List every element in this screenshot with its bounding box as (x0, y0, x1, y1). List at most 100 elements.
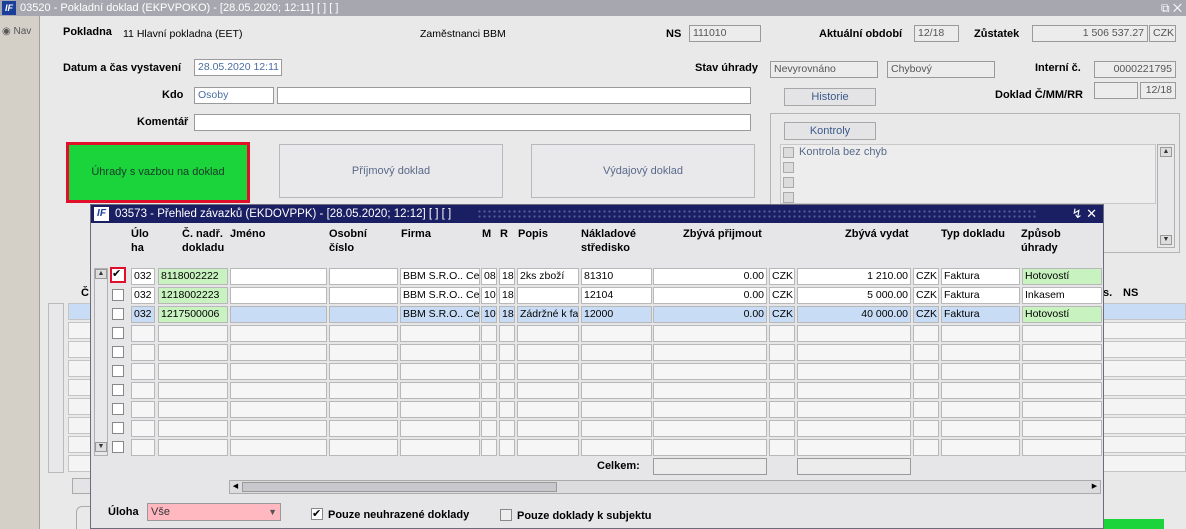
kontrola-checkbox-4[interactable] (783, 192, 794, 203)
row-select-checkbox[interactable] (112, 327, 124, 339)
cell-r[interactable] (499, 439, 515, 456)
cell-mena1[interactable]: CZK (769, 306, 795, 323)
cell-zpusob[interactable]: Inkasem (1022, 287, 1102, 304)
cell-zpusob[interactable] (1022, 382, 1102, 399)
cell-mena1[interactable] (769, 325, 795, 342)
kontroly-button[interactable]: Kontroly (784, 122, 876, 140)
cell-uloha[interactable] (131, 363, 155, 380)
neuhrazene-checkbox[interactable] (311, 507, 323, 520)
cell-mena1[interactable]: CZK (769, 268, 795, 285)
cell-typ[interactable]: Faktura (941, 306, 1020, 323)
cell-typ[interactable] (941, 325, 1020, 342)
cell-m[interactable] (481, 401, 497, 418)
cell-osobni[interactable] (329, 382, 398, 399)
cell-r[interactable] (499, 325, 515, 342)
cell-osobni[interactable] (329, 439, 398, 456)
cell-typ[interactable] (941, 344, 1020, 361)
cell-zbyva-vydat[interactable] (797, 420, 911, 437)
cell-firma[interactable] (400, 363, 480, 380)
cell-m[interactable]: 10 (481, 306, 497, 323)
cell-zpusob[interactable] (1022, 363, 1102, 380)
cell-firma[interactable]: BBM S.R.O.. Ce (400, 268, 480, 285)
cell-uloha[interactable] (131, 344, 155, 361)
cell-uloha[interactable]: 032 (131, 287, 155, 304)
cell-mena2[interactable] (913, 344, 939, 361)
rows-scroll-up-icon[interactable]: ▲ (95, 269, 107, 279)
kontroly-scrollbar[interactable]: ▲ (1157, 144, 1175, 248)
cell-zpusob[interactable] (1022, 420, 1102, 437)
cell-typ[interactable] (941, 439, 1020, 456)
cell-zbyva-prijmout[interactable] (653, 382, 767, 399)
cell-popis[interactable] (517, 401, 579, 418)
kontrola-checkbox[interactable] (783, 147, 794, 158)
cell-m[interactable] (481, 439, 497, 456)
nav-toggle[interactable]: ◉ Nav (2, 26, 31, 37)
cell-c-nadr[interactable] (158, 439, 228, 456)
cell-nakladove[interactable] (581, 420, 652, 437)
hscroll-left-icon[interactable]: ◀ (230, 481, 241, 493)
cell-osobni[interactable] (329, 344, 398, 361)
row-select-checkbox[interactable] (112, 403, 124, 415)
cell-zbyva-prijmout[interactable] (653, 363, 767, 380)
cell-zbyva-vydat[interactable]: 1 210.00 (797, 268, 911, 285)
cell-zbyva-vydat[interactable] (797, 325, 911, 342)
cell-zbyva-vydat[interactable] (797, 401, 911, 418)
cell-zpusob[interactable] (1022, 344, 1102, 361)
cell-firma[interactable]: BBM S.R.O.. Ce (400, 287, 480, 304)
vydajovy-button[interactable]: Výdajový doklad (531, 144, 755, 198)
cell-nakladove[interactable] (581, 325, 652, 342)
cell-osobni[interactable] (329, 401, 398, 418)
kdo-field[interactable]: Osoby (194, 87, 274, 104)
cell-uloha[interactable] (131, 382, 155, 399)
cell-mena2[interactable] (913, 420, 939, 437)
cell-r[interactable] (499, 420, 515, 437)
cell-osobni[interactable] (329, 306, 398, 323)
cell-mena1[interactable] (769, 439, 795, 456)
row-select-checkbox[interactable] (112, 289, 124, 301)
cell-c-nadr[interactable]: 8118002222 (158, 268, 228, 285)
cell-jmeno[interactable] (230, 401, 327, 418)
cell-mena2[interactable]: CZK (913, 268, 939, 285)
cell-mena2[interactable] (913, 325, 939, 342)
cell-c-nadr[interactable] (158, 344, 228, 361)
cell-typ[interactable] (941, 363, 1020, 380)
cell-zbyva-prijmout[interactable] (653, 401, 767, 418)
doklad-field-1[interactable] (1094, 82, 1138, 99)
cell-osobni[interactable] (329, 363, 398, 380)
cell-uloha[interactable]: 032 (131, 268, 155, 285)
cell-nakladove[interactable] (581, 344, 652, 361)
cell-jmeno[interactable] (230, 420, 327, 437)
cell-uloha[interactable] (131, 420, 155, 437)
cell-jmeno[interactable] (230, 325, 327, 342)
prijmovy-button[interactable]: Příjmový doklad (279, 144, 503, 198)
cell-zbyva-prijmout[interactable]: 0.00 (653, 306, 767, 323)
row-select-checkbox[interactable] (112, 346, 124, 358)
cell-nakladove[interactable] (581, 439, 652, 456)
cell-m[interactable] (481, 344, 497, 361)
cell-zbyva-prijmout[interactable]: 0.00 (653, 287, 767, 304)
cell-jmeno[interactable] (230, 306, 327, 323)
cell-m[interactable] (481, 325, 497, 342)
cell-firma[interactable] (400, 382, 480, 399)
cell-popis[interactable] (517, 287, 579, 304)
cell-zpusob[interactable] (1022, 401, 1102, 418)
row-select-checkbox[interactable] (112, 365, 124, 377)
interni-field[interactable]: 0000221795 (1094, 61, 1176, 78)
cell-r[interactable]: 18 (499, 306, 515, 323)
cell-mena2[interactable] (913, 363, 939, 380)
cell-typ[interactable] (941, 382, 1020, 399)
cell-r[interactable] (499, 401, 515, 418)
cell-zbyva-prijmout[interactable] (653, 344, 767, 361)
rows-scrollbar[interactable] (94, 268, 108, 456)
cell-m[interactable]: 10 (481, 287, 497, 304)
cell-zbyva-vydat[interactable] (797, 439, 911, 456)
kontrola-checkbox-3[interactable] (783, 177, 794, 188)
cell-c-nadr[interactable] (158, 325, 228, 342)
cell-mena2[interactable] (913, 382, 939, 399)
row-select-checkbox[interactable] (112, 308, 124, 320)
stav-field-1[interactable]: Nevyrovnáno (770, 61, 878, 78)
cell-jmeno[interactable] (230, 382, 327, 399)
cell-popis[interactable] (517, 344, 579, 361)
overlay-controls[interactable]: ↯ ✕ (1072, 205, 1097, 223)
cell-m[interactable] (481, 382, 497, 399)
